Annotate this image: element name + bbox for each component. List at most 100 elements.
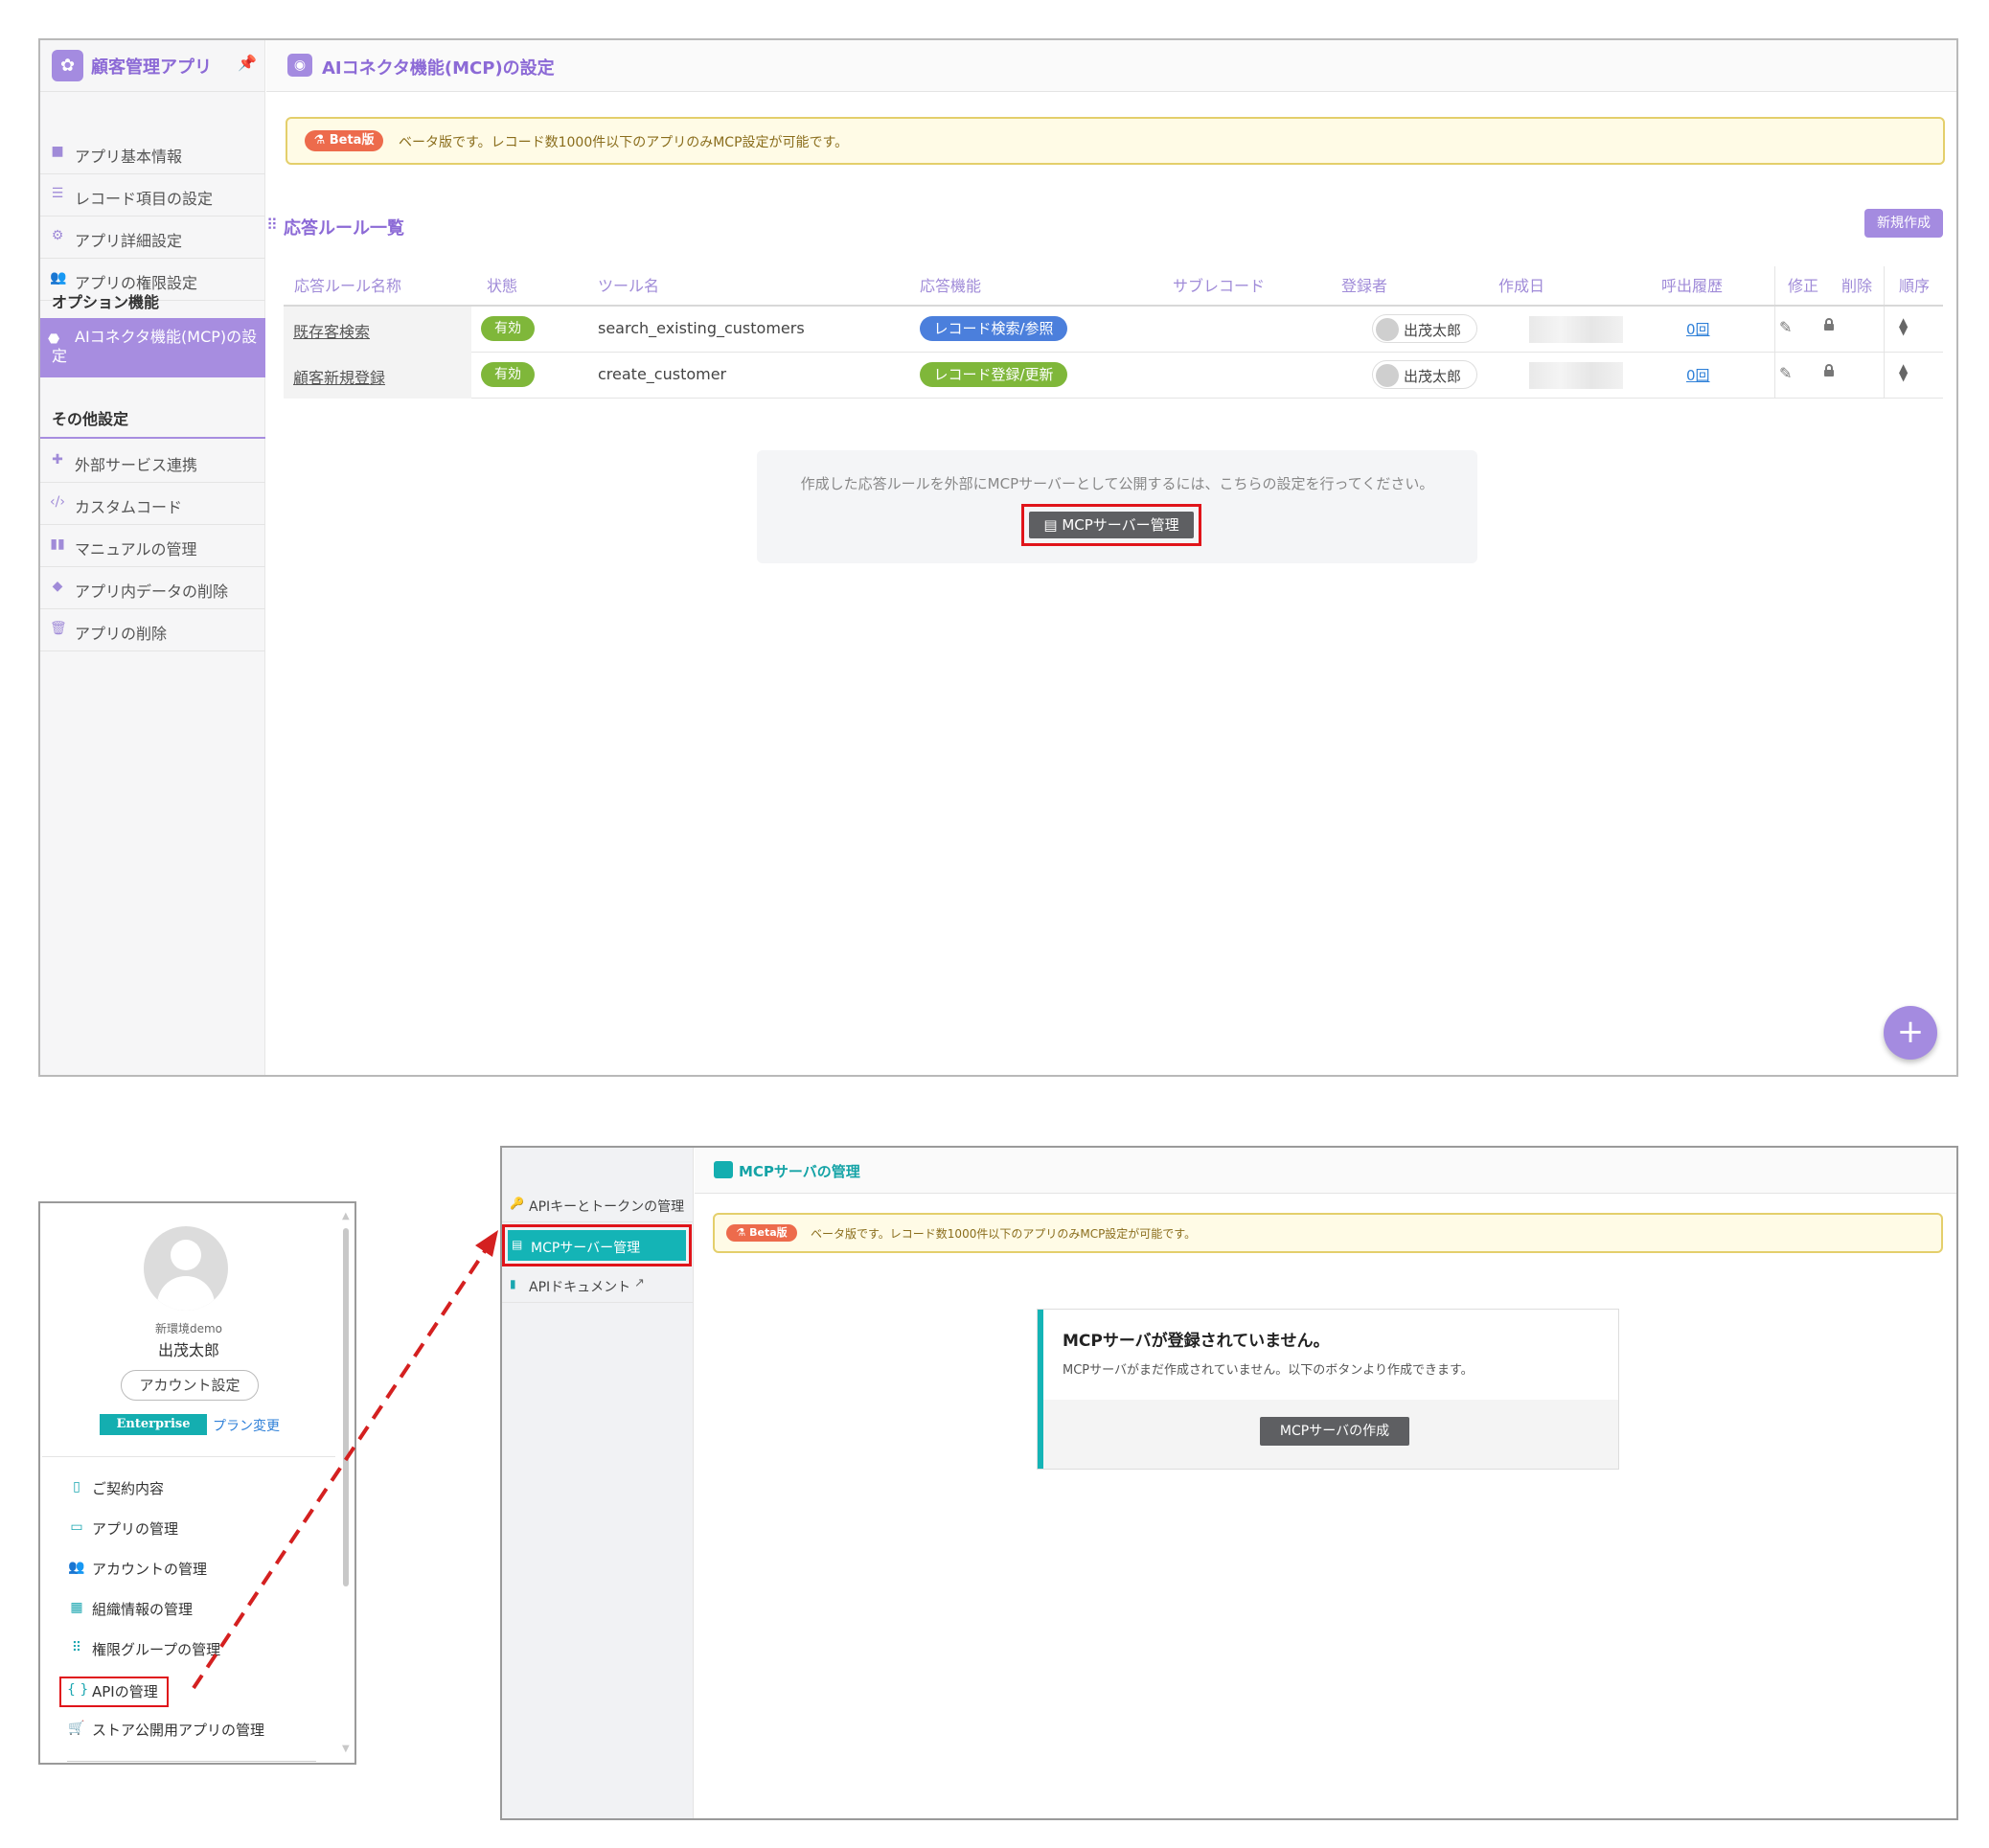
group-icon: ⠿: [71, 1640, 82, 1655]
sidebar-item-label: カスタムコード: [75, 498, 183, 516]
gear-icon: ⚙: [51, 228, 64, 243]
scrollbar[interactable]: ▲ ▼: [339, 1211, 353, 1759]
cart-icon: 🛒: [68, 1721, 85, 1736]
lock-icon: [1824, 318, 1834, 331]
scrollbar-thumb[interactable]: [343, 1228, 349, 1586]
sidebar-item-custom-code[interactable]: ‹/› カスタムコード: [40, 483, 265, 525]
list-icon: ☰: [51, 186, 64, 201]
column-header-status[interactable]: 状態: [487, 273, 517, 296]
column-divider: [1884, 307, 1885, 353]
ai-connector-settings-window: ✿ 顧客管理アプリ 📌 ■ アプリ基本情報 ☰ レコード項目の設定 ⚙ アプリ詳…: [38, 38, 1958, 1077]
lock-icon: [1824, 364, 1834, 376]
eraser-icon: ◆: [52, 579, 63, 594]
column-header-rule-name[interactable]: 応答ルール名称: [294, 273, 401, 296]
beta-notice: ⚗ Beta版 ベータ版です。レコード数1000件以下のアプリのみMCP設定が可…: [713, 1213, 1943, 1253]
column-header-subrecord[interactable]: サブレコード: [1173, 273, 1265, 296]
column-header-order: 順序: [1899, 277, 1931, 295]
column-header-registrant[interactable]: 登録者: [1341, 273, 1387, 296]
rule-name-link[interactable]: 既存客検索: [293, 319, 370, 342]
mcp-server-management-window: 🔑 APIキーとトークンの管理 ▤ MCPサーバー管理 ▮ APIドキュメント …: [500, 1146, 1958, 1820]
column-header-call-history[interactable]: 呼出履歴: [1661, 273, 1723, 296]
registrant-chip: 出茂太郎: [1372, 314, 1477, 343]
menu-item-label: 権限グループの管理: [92, 1641, 221, 1658]
call-history-link[interactable]: 0回: [1686, 365, 1710, 385]
sort-handle-icon[interactable]: ▲ ▼: [1899, 362, 1908, 382]
user-avatar: [144, 1226, 228, 1311]
edit-icon[interactable]: ✎: [1779, 364, 1792, 382]
table-row: 顧客新規登録 有効 create_customer レコード登録/更新 出茂太郎…: [284, 353, 1943, 399]
puzzle-icon: ✚: [52, 452, 63, 468]
create-mcp-server-button[interactable]: MCPサーバの作成: [1260, 1417, 1409, 1446]
column-header-created-date[interactable]: 作成日: [1498, 273, 1544, 296]
contract-icon: ▯: [73, 1479, 80, 1494]
flask-icon: ⚗: [736, 1226, 746, 1239]
menu-item-label: ストア公開用アプリの管理: [92, 1722, 265, 1739]
server-icon: ▤: [512, 1238, 523, 1251]
scroll-down-icon[interactable]: ▼: [342, 1744, 350, 1754]
pin-icon[interactable]: 📌: [238, 54, 257, 72]
registrant-name: 出茂太郎: [1404, 368, 1462, 385]
sidebar-item-label: アプリ基本情報: [75, 148, 183, 166]
rules-list-title: 応答ルール一覧: [284, 218, 404, 239]
name-cell: 顧客新規登録: [284, 353, 471, 399]
arrow-head: [475, 1230, 498, 1257]
sidebar-item-record-fields[interactable]: ☰ レコード項目の設定: [40, 174, 265, 217]
sidebar-item-app-details[interactable]: ⚙ アプリ詳細設定: [40, 217, 265, 259]
scroll-up-icon[interactable]: ▲: [342, 1211, 350, 1221]
key-icon: 🔑: [510, 1197, 524, 1210]
other-settings-heading: その他設定: [52, 410, 129, 428]
tool-name: search_existing_customers: [598, 319, 805, 337]
sidebar-item-mcp-server[interactable]: ▤ MCPサーバー管理: [508, 1230, 686, 1261]
account-settings-button[interactable]: アカウント設定: [121, 1370, 259, 1401]
column-header-edit: 修正: [1788, 277, 1819, 295]
sidebar-item-label: アプリ詳細設定: [75, 232, 183, 250]
page-header: ◉ AIコネクタ機能(MCP)の設定: [266, 40, 1956, 92]
app-title[interactable]: 顧客管理アプリ: [91, 54, 212, 79]
sidebar-item-ai-connector[interactable]: ⬣ AIコネクタ機能(MCP)の設定: [40, 318, 265, 377]
column-divider: [1774, 307, 1775, 353]
menu-item-label: アカウントの管理: [92, 1561, 208, 1578]
rule-name-link[interactable]: 顧客新規登録: [293, 365, 385, 388]
sidebar-item-api-docs[interactable]: ▮ APIドキュメント ↗: [502, 1266, 694, 1303]
column-divider: [1774, 353, 1775, 399]
beta-notice: ⚗ Beta版 ベータ版です。レコード数1000件以下のアプリのみMCP設定が可…: [286, 117, 1945, 165]
avatar-body: [157, 1276, 215, 1311]
sidebar-item-label: APIドキュメント: [529, 1280, 631, 1295]
plan-change-link[interactable]: プラン変更: [213, 1416, 280, 1435]
add-fab-button[interactable]: +: [1884, 1006, 1937, 1060]
sort-handle-icon[interactable]: ▲ ▼: [1899, 316, 1908, 336]
sidebar-item-manuals[interactable]: ▮▮ マニュアルの管理: [40, 525, 265, 567]
page-header: MCPサーバの管理: [695, 1148, 1956, 1194]
column-header-function[interactable]: 応答機能: [920, 273, 981, 296]
app-title-row: ✿ 顧客管理アプリ 📌: [40, 40, 265, 92]
robot-icon: ◉: [287, 54, 312, 77]
sidebar-item-delete-app[interactable]: 🗑 アプリの削除: [40, 609, 265, 651]
beta-badge-label: Beta版: [329, 133, 375, 148]
edit-icon[interactable]: ✎: [1779, 318, 1792, 336]
trash-icon: 🗑: [50, 621, 67, 636]
sidebar-item-label: 外部サービス連携: [75, 456, 198, 474]
sidebar-item-delete-data[interactable]: ◆ アプリ内データの削除: [40, 567, 265, 609]
column-header-tool-name[interactable]: ツール名: [598, 273, 659, 296]
external-link-icon: ↗: [634, 1276, 645, 1290]
mcp-server-notice: 作成した応答ルールを外部にMCPサーバーとして公開するには、こちらの設定を行って…: [757, 450, 1477, 563]
users-lock-icon: 👥: [50, 270, 67, 285]
mcp-server-manage-button[interactable]: ▤ MCPサーバー管理: [1029, 512, 1194, 538]
sidebar-item-app-info[interactable]: ■ アプリ基本情報: [40, 132, 265, 174]
sidebar-item-external-services[interactable]: ✚ 外部サービス連携: [40, 441, 265, 483]
function-badge: レコード登録/更新: [920, 362, 1067, 387]
new-rule-button[interactable]: 新規作成: [1864, 209, 1943, 238]
mcp-server-manage-label: MCPサーバー管理: [1062, 516, 1179, 534]
created-date-blurred: [1529, 316, 1623, 343]
window-icon: ▭: [70, 1519, 83, 1535]
sidebar-item-label: アプリ内データの削除: [75, 582, 229, 601]
settings-sidebar: ✿ 顧客管理アプリ 📌 ■ アプリ基本情報 ☰ レコード項目の設定 ⚙ アプリ詳…: [40, 40, 265, 1075]
server-icon: [714, 1161, 733, 1178]
call-history-link[interactable]: 0回: [1686, 319, 1710, 339]
menu-item-label: アプリの管理: [92, 1520, 179, 1538]
sidebar-item-api-keys[interactable]: 🔑 APIキーとトークンの管理: [502, 1186, 694, 1222]
page-title: MCPサーバの管理: [739, 1163, 860, 1180]
sidebar-item-label: アプリの削除: [75, 625, 168, 643]
empty-state-description: MCPサーバがまだ作成されていません。以下のボタンより作成できます。: [1063, 1363, 1474, 1378]
avatar: [1376, 318, 1399, 341]
